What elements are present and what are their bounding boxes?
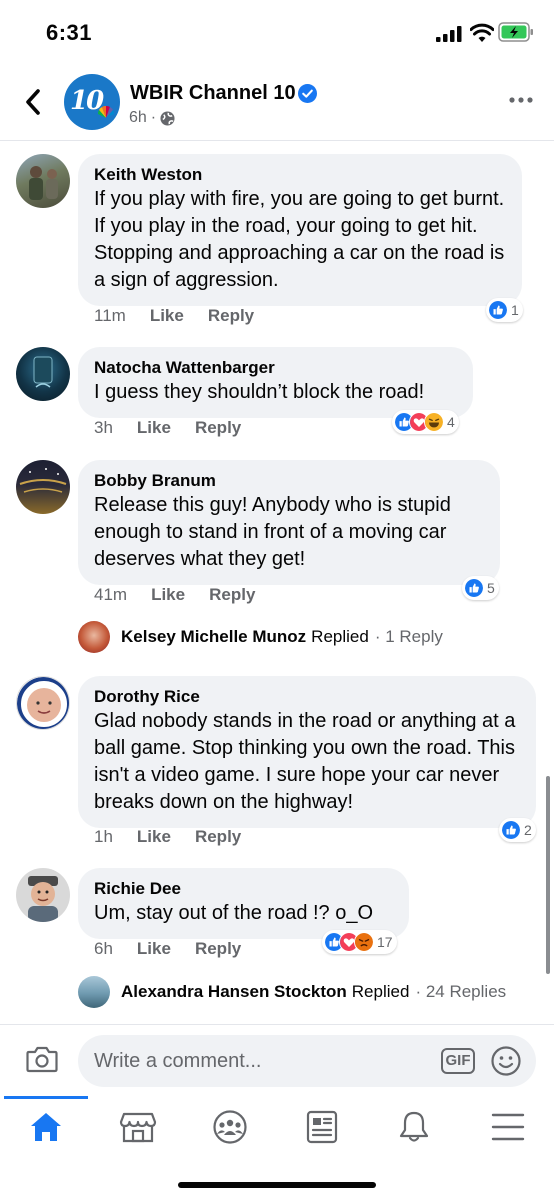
comment-composer: GIF — [0, 1024, 554, 1096]
scrollbar[interactable] — [546, 776, 550, 974]
comment-bubble[interactable]: Keith Weston If you play with fire, you … — [78, 154, 522, 306]
avatar[interactable] — [16, 868, 70, 922]
home-indicator — [178, 1182, 376, 1188]
avatar[interactable] — [16, 154, 70, 208]
comment-bubble[interactable]: Bobby Branum Release this guy! Anybody w… — [78, 460, 500, 585]
reply-button[interactable]: Reply — [209, 585, 255, 605]
verified-badge-icon — [298, 84, 317, 103]
comment-actions: 41m Like Reply — [94, 585, 255, 605]
comment-bubble[interactable]: Natocha Wattenbarger I guess they should… — [78, 347, 473, 418]
like-button[interactable]: Like — [150, 306, 184, 326]
comment-time: 6h — [94, 939, 113, 958]
like-reaction-icon — [488, 300, 508, 320]
comment-author[interactable]: Bobby Branum — [94, 470, 484, 492]
peacock-logo-icon — [98, 106, 114, 118]
news-icon[interactable] — [302, 1110, 342, 1144]
status-bar: 6:31 — [0, 0, 554, 66]
comment-author[interactable]: Keith Weston — [94, 164, 506, 186]
reply-count: · 24 Replies — [415, 982, 507, 1001]
wifi-icon — [470, 23, 494, 42]
like-button[interactable]: Like — [137, 418, 171, 438]
avatar — [78, 976, 110, 1008]
gif-button[interactable]: GIF — [441, 1048, 475, 1074]
reply-author: Alexandra Hansen Stockton — [121, 982, 347, 1001]
replies-preview[interactable]: Alexandra Hansen Stockton Replied · 24 R… — [78, 976, 506, 1008]
comment-time: 3h — [94, 418, 113, 437]
reaction-count: 2 — [524, 822, 532, 838]
reaction-count: 17 — [377, 934, 393, 950]
reaction-summary[interactable]: 5 — [462, 576, 499, 600]
bell-icon[interactable] — [394, 1110, 434, 1144]
post-header: 10 WBIR Channel 10 6h · — [0, 66, 554, 140]
avatar[interactable] — [16, 676, 70, 730]
reply-button[interactable]: Reply — [195, 827, 241, 847]
comment-author[interactable]: Natocha Wattenbarger — [94, 357, 457, 379]
page-name[interactable]: WBIR Channel 10 — [130, 82, 296, 105]
comment-text: If you play with fire, you are going to … — [94, 188, 505, 291]
comment-time: 1h — [94, 827, 113, 846]
reply-author: Kelsey Michelle Munoz — [121, 627, 307, 646]
comment-bubble[interactable]: Dorothy Rice Glad nobody stands in the r… — [78, 676, 536, 828]
status-time: 6:31 — [46, 20, 93, 45]
reply-label: Replied — [311, 627, 369, 646]
comment-actions: 3h Like Reply — [94, 418, 241, 438]
header-divider — [0, 140, 554, 141]
comment-actions: 6h Like Reply — [94, 939, 241, 959]
emoji-icon[interactable] — [490, 1045, 522, 1077]
reaction-count: 5 — [487, 580, 495, 596]
reply-label: Replied — [351, 982, 410, 1001]
comment-author[interactable]: Richie Dee — [94, 878, 393, 900]
like-reaction-icon — [501, 820, 521, 840]
like-reaction-icon — [464, 578, 484, 598]
cellular-signal-icon — [436, 26, 462, 42]
reaction-count: 4 — [447, 414, 455, 430]
post-meta: 6h · — [129, 109, 175, 127]
comment-author[interactable]: Dorothy Rice — [94, 686, 520, 708]
reaction-count: 1 — [511, 302, 519, 318]
avatar[interactable] — [16, 460, 70, 514]
reply-button[interactable]: Reply — [208, 306, 254, 326]
reaction-summary[interactable]: 1 — [486, 298, 523, 322]
reply-button[interactable]: Reply — [195, 939, 241, 959]
reaction-summary[interactable]: 2 — [499, 818, 536, 842]
back-arrow-icon[interactable] — [22, 86, 46, 118]
haha-reaction-icon — [424, 412, 444, 432]
comment-text: Release this guy! Anybody who is stupid … — [94, 494, 451, 570]
reply-count: · 1 Reply — [374, 627, 443, 646]
battery-icon — [498, 22, 533, 42]
comment-text: I guess they shouldn’t block the road! — [94, 381, 425, 403]
like-button[interactable]: Like — [137, 939, 171, 959]
comment-time: 41m — [94, 585, 128, 604]
avatar[interactable] — [16, 347, 70, 401]
active-tab-indicator — [4, 1096, 88, 1099]
reply-button[interactable]: Reply — [195, 418, 241, 438]
like-button[interactable]: Like — [151, 585, 185, 605]
angry-reaction-icon — [354, 932, 374, 952]
comment-actions: 1h Like Reply — [94, 827, 241, 847]
page-avatar[interactable]: 10 — [64, 74, 120, 130]
globe-icon — [160, 110, 175, 126]
avatar — [78, 621, 110, 653]
post-time: 6h — [129, 109, 147, 126]
menu-icon[interactable] — [488, 1110, 528, 1144]
like-button[interactable]: Like — [137, 827, 171, 847]
meta-separator: · — [150, 109, 157, 126]
comment-text: Um, stay out of the road !? o_O — [94, 902, 374, 924]
marketplace-icon[interactable] — [118, 1110, 158, 1144]
replies-preview[interactable]: Kelsey Michelle Munoz Replied · 1 Reply — [78, 621, 443, 653]
comment-actions: 11m Like Reply — [94, 306, 254, 326]
home-icon[interactable] — [26, 1110, 66, 1144]
more-dots-icon[interactable] — [508, 94, 534, 106]
comment-text: Glad nobody stands in the road or anythi… — [94, 710, 516, 813]
groups-icon[interactable] — [210, 1110, 250, 1144]
reaction-summary[interactable]: 4 — [392, 410, 459, 434]
comment-bubble[interactable]: Richie Dee Um, stay out of the road !? o… — [78, 868, 409, 939]
camera-icon[interactable] — [26, 1045, 58, 1073]
comment-time: 11m — [94, 306, 126, 325]
reaction-summary[interactable]: 17 — [322, 930, 397, 954]
